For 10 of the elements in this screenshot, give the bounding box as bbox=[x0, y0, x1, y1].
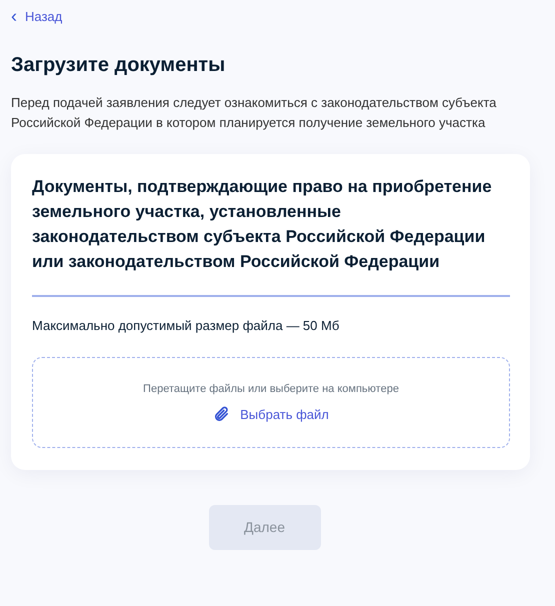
page-title: Загрузите документы bbox=[11, 53, 226, 78]
card-title: Документы, подтверждающие право на приобретение земельного участка, установленные законодательством субъекта Российской Федерации или законодательством Российской Федерации bbox=[32, 176, 493, 273]
file-size-note: Максимально допустимый размер файла — 50 Мб bbox=[32, 317, 340, 335]
back-link[interactable]: ‹ Назад bbox=[11, 8, 544, 26]
file-dropzone[interactable]: Перетащите файлы или выберите на компьютере Выбрать файл bbox=[32, 357, 510, 448]
description-text: Перед подачей заявления следует ознакомиться с законодательством субъекта Российской Федерации в котором планируется получение земельного участка bbox=[11, 94, 498, 132]
choose-file-link[interactable]: Выбрать файл bbox=[213, 405, 329, 424]
paperclip-icon bbox=[213, 406, 230, 424]
chevron-left-icon: ‹ bbox=[11, 7, 17, 25]
dropzone-hint: Перетащите файлы или выберите на компьютере bbox=[143, 382, 399, 396]
